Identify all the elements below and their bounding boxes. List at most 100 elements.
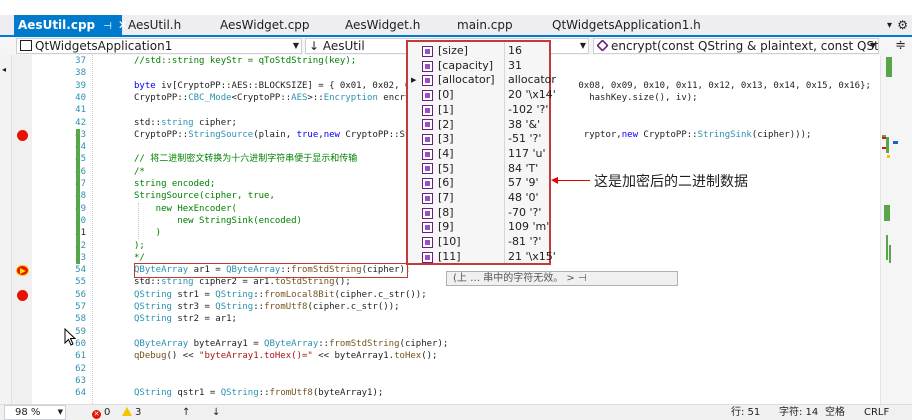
split-editor-icon[interactable]: ≑: [895, 37, 906, 55]
document-tab-strip: AesUtil.cpp ⊣ ✕ AesUtil.h AesWidget.cpp Ae…: [0, 15, 912, 36]
datatip-row[interactable]: [7] 48 '0': [408, 191, 549, 206]
code-token: <CryptoPP::: [231, 92, 292, 103]
datatip-value[interactable]: 20 '\x14': [508, 88, 556, 103]
code-line[interactable]: QString str1 = QString::fromLocal8Bit(ci…: [134, 289, 427, 301]
code-line[interactable]: QString qstr1 = QString::fromUtf8(byteAr…: [134, 387, 383, 399]
tab-aesutil-cpp[interactable]: AesUtil.cpp ⊣ ✕: [14, 15, 128, 37]
tab-overflow-dropdown-icon[interactable]: ▾: [887, 15, 892, 36]
code-line[interactable]: QByteArray byteArray1 = QByteArray::from…: [134, 338, 448, 350]
breakpoint-gutter[interactable]: [12, 55, 32, 404]
datatip-row[interactable]: [0] 20 '\x14': [408, 88, 556, 103]
tab-aeswidget-h[interactable]: AesWidget.h: [345, 15, 420, 36]
datatip-value[interactable]: 117 'u': [508, 147, 546, 162]
datatip-row[interactable]: ▶ [allocator] allocator: [408, 73, 556, 88]
datatip-row[interactable]: [size] 16: [408, 44, 549, 59]
datatip-value[interactable]: 109 'm': [508, 220, 549, 235]
code-token: );: [134, 240, 145, 251]
line-number: 41: [75, 105, 86, 116]
code-line[interactable]: */: [134, 252, 145, 264]
code-line[interactable]: /*: [134, 166, 145, 178]
member-dropdown[interactable]: encrypt(const QString & plaintext, const…: [593, 38, 879, 54]
current-statement-arrow-icon[interactable]: [16, 265, 29, 277]
datatip-row[interactable]: [6] 57 '9': [408, 176, 549, 191]
code-line[interactable]: string encoded;: [134, 178, 215, 190]
datatip-row[interactable]: [9] 109 'm': [408, 220, 549, 235]
datatip-row[interactable]: [1] -102 '?': [408, 103, 549, 118]
datatip-row[interactable]: [2] 38 '&': [408, 118, 549, 133]
code-line[interactable]: QString str2 = ar1;: [134, 313, 237, 325]
gear-icon[interactable]: ⚙: [897, 15, 908, 36]
code-line[interactable]: std::string cipher;: [134, 117, 237, 129]
error-count[interactable]: ✕ 0: [92, 405, 110, 420]
datatip-value[interactable]: 31: [508, 59, 522, 74]
breakpoint-icon[interactable]: [17, 129, 28, 141]
code-line[interactable]: StringSource(cipher, true,: [134, 190, 275, 202]
char-indicator: 字符: 14: [779, 407, 819, 418]
scrollbar-marker: [882, 147, 886, 149]
zoom-dropdown[interactable]: 98 % ▼: [4, 405, 66, 420]
collapse-icon[interactable]: ◂: [2, 65, 10, 75]
datatip-value[interactable]: 38 '&': [508, 118, 540, 133]
warning-count[interactable]: 3: [122, 405, 141, 420]
navigate-up-icon[interactable]: ↑: [182, 405, 190, 420]
datatip-row[interactable]: [3] -51 '?': [408, 132, 549, 147]
project-dropdown[interactable]: QtWidgetsApplication1 ▼: [16, 38, 302, 54]
code-line[interactable]: //std::string keyStr = qToStdString(key)…: [134, 55, 356, 67]
datatip-row[interactable]: [11] 21 '\x15': [408, 250, 556, 265]
datatip-value[interactable]: 84 'T': [508, 162, 538, 177]
close-icon[interactable]: ✕: [118, 15, 128, 36]
datatip-value[interactable]: 16: [508, 44, 522, 59]
datatip-value[interactable]: -51 '?': [508, 132, 541, 147]
member-field-icon: [422, 45, 433, 57]
chevron-down-icon: ▼: [57, 408, 63, 416]
code-line[interactable]: );: [134, 240, 145, 252]
code-token: QByteArray: [134, 338, 189, 349]
code-line[interactable]: new StringSink(encoded): [134, 215, 302, 227]
tab-aeswidget-cpp[interactable]: AesWidget.cpp: [220, 15, 310, 36]
datatip-row[interactable]: [4] 117 'u': [408, 147, 549, 162]
code-token: hashKey.size(), iv);: [589, 92, 698, 103]
code-line[interactable]: QString str3 = QString::fromUtf8(cipher.…: [134, 301, 400, 313]
expand-arrow-icon[interactable]: ▶: [411, 73, 416, 88]
code-line[interactable]: // 将二进制密文转换为十六进制字符串便于显示和传输: [134, 153, 357, 165]
tab-aesutil-h[interactable]: AesUtil.h: [128, 15, 181, 36]
datatip-value[interactable]: -70 '?': [508, 206, 541, 221]
code-token: string: [161, 277, 194, 288]
scrollbar-marker: [886, 137, 889, 153]
code-token: ();: [334, 277, 351, 288]
tab-label: AesWidget.cpp: [220, 18, 310, 32]
member-field-icon: [422, 251, 433, 263]
navigate-down-icon[interactable]: ↓: [212, 405, 220, 420]
datatip-row[interactable]: [5] 84 'T': [408, 162, 549, 177]
watch-data-tip[interactable]: [size] 16 [capacity] 31 ▶ [allocator] allocato…: [406, 40, 556, 265]
line-ending-indicator[interactable]: CRLF: [864, 405, 889, 420]
code-token: cipher;: [193, 117, 237, 128]
project-name: QtWidgetsApplication1: [35, 39, 173, 53]
chevron-down-icon: ▼: [579, 41, 586, 50]
code-line[interactable]: new HexEncoder(: [134, 203, 237, 215]
whitespace-indicator[interactable]: 空格: [825, 405, 845, 420]
line-number: 60: [75, 338, 86, 349]
datatip-row[interactable]: [10] -81 '?': [408, 235, 549, 250]
datatip-value[interactable]: -81 '?': [508, 235, 541, 250]
code-token: fromStdString: [329, 338, 400, 349]
code-token: new StringSink(encoded): [134, 215, 302, 226]
scrollbar-marker: [889, 245, 891, 263]
datatip-row[interactable]: [capacity] 31: [408, 59, 549, 74]
pin-icon[interactable]: ⊣: [103, 16, 112, 37]
tab-qtwidgetsapplication1-h[interactable]: QtWidgetsApplication1.h: [552, 15, 701, 36]
code-line[interactable]: std::string cipher2 = ar1.toStdString();: [134, 276, 351, 288]
datatip-value[interactable]: 21 '\x15': [508, 250, 556, 265]
breakpoint-icon[interactable]: [17, 289, 28, 301]
datatip-value[interactable]: 57 '9': [508, 176, 539, 191]
datatip-value[interactable]: 48 '0': [508, 191, 539, 206]
vertical-scrollbar-overview[interactable]: [880, 55, 912, 404]
code-token: qstr1 =: [171, 388, 221, 399]
datatip-value[interactable]: allocator: [508, 73, 556, 88]
datatip-row[interactable]: [8] -70 '?': [408, 206, 549, 221]
tab-main-cpp[interactable]: main.cpp: [457, 15, 513, 36]
datatip-value[interactable]: -102 '?': [508, 103, 548, 118]
highlight-box: [134, 263, 408, 279]
code-line[interactable]: qDebug() << "byteArray1.toHex()=" << byt…: [134, 350, 437, 362]
line-number: 39: [75, 80, 86, 91]
